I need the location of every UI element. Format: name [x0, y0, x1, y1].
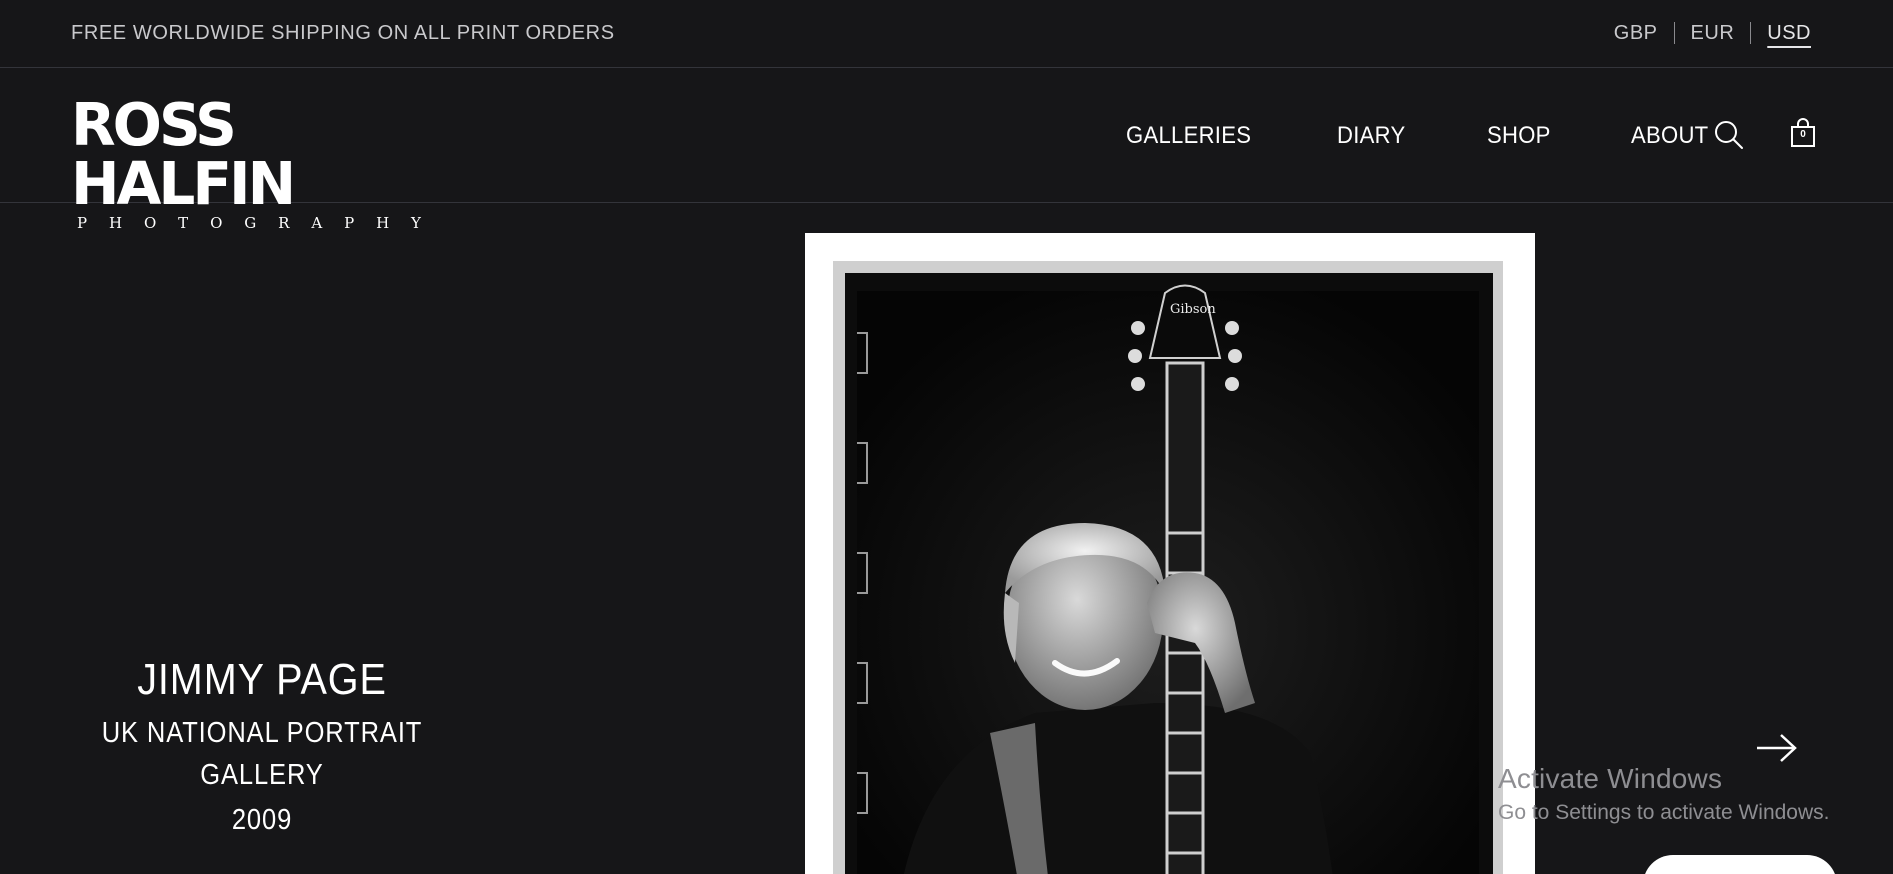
photo-image: Gibson [833, 261, 1503, 874]
logo-subtitle-letter: H [376, 214, 390, 232]
hero-photo[interactable]: Gibson [805, 233, 1535, 874]
windows-activation-watermark: Activate Windows Go to Settings to activ… [1498, 763, 1830, 825]
hero-year: 2009 [231, 804, 293, 836]
hero-subtitle: UK NATIONAL PORTRAIT GALLERY [86, 712, 438, 796]
watermark-title: Activate Windows [1498, 763, 1723, 794]
currency-eur[interactable]: EUR [1675, 22, 1751, 44]
logo-wordmark: ROSS HALFIN [71, 89, 296, 219]
shopping-bag-icon[interactable]: 0 [1790, 118, 1816, 148]
logo-subtitle-letter: Y [411, 214, 421, 232]
search-icon[interactable] [1714, 120, 1744, 150]
currency-usd[interactable]: USD [1751, 22, 1811, 44]
hero-title: JIMMY PAGE [137, 655, 387, 704]
guitar-brand-logo: Gibson [1170, 302, 1216, 317]
logo-subtitle-letter: A [311, 214, 323, 232]
site-header: ROSS HALFIN P H O T O G R A P H Y GALLER… [0, 68, 1893, 232]
nav-shop[interactable]: SHOP [1487, 122, 1551, 150]
main-nav: GALLERIES DIARY SHOP ABOUT [1126, 122, 1715, 150]
floating-action-button[interactable] [1643, 855, 1837, 874]
currency-switcher: GBP EUR USD [1598, 22, 1811, 44]
nav-about[interactable]: ABOUT [1631, 122, 1708, 150]
page: FREE WORLDWIDE SHIPPING ON ALL PRINT ORD… [0, 0, 1893, 874]
cart-count-badge: 0 [1800, 129, 1806, 140]
currency-gbp[interactable]: GBP [1598, 22, 1674, 44]
hero-caption: JIMMY PAGE UK NATIONAL PORTRAIT GALLERY … [62, 652, 462, 840]
site-logo[interactable]: ROSS HALFIN P H O T O G R A P H Y [71, 95, 431, 232]
nav-diary[interactable]: DIARY [1337, 122, 1405, 150]
logo-subtitle-letter: P [344, 214, 355, 232]
arrow-right-icon[interactable] [1755, 731, 1799, 765]
announcement-bar: FREE WORLDWIDE SHIPPING ON ALL PRINT ORD… [0, 0, 1893, 68]
watermark-subtitle: Go to Settings to activate Windows. [1498, 801, 1830, 824]
hero-subtitle-line: GALLERY [200, 759, 324, 791]
hero-subtitle-line: UK NATIONAL PORTRAIT [101, 717, 423, 749]
shipping-banner-text: FREE WORLDWIDE SHIPPING ON ALL PRINT ORD… [71, 22, 615, 44]
nav-galleries[interactable]: GALLERIES [1126, 122, 1251, 150]
